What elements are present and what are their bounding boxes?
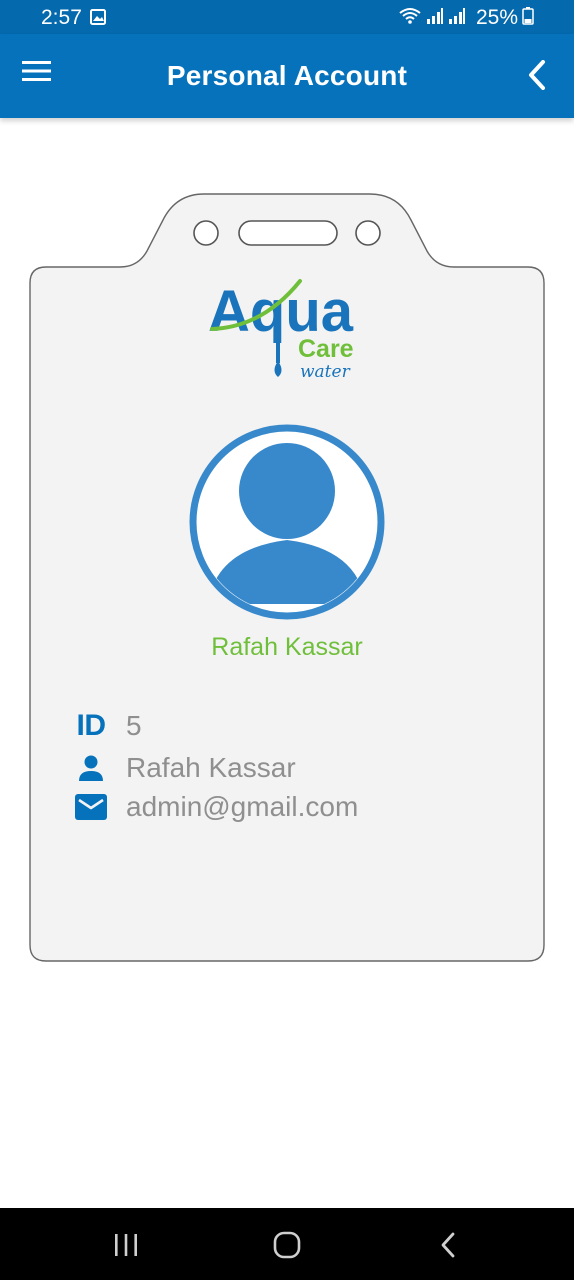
battery-icon: [522, 6, 534, 30]
status-time: 2:57: [41, 6, 82, 29]
avatar: [188, 424, 386, 620]
id-icon: ID: [76, 709, 107, 742]
name-value: Rafah Kassar: [126, 752, 296, 783]
user-avatar-icon: [189, 424, 385, 620]
id-value: 5: [126, 710, 142, 741]
home-button[interactable]: [267, 1228, 307, 1262]
back-icon: [441, 1232, 455, 1258]
profile-name: Rafah Kassar: [211, 633, 363, 661]
page-title: Personal Account: [166, 60, 408, 91]
name-row: Rafah Kassar: [74, 751, 296, 785]
recent-apps-icon: [115, 1234, 137, 1256]
wifi-icon: [398, 7, 422, 30]
svg-text:water: water: [300, 362, 351, 382]
system-back-button[interactable]: [428, 1228, 468, 1262]
home-icon: [273, 1231, 301, 1259]
person-icon: [74, 751, 108, 785]
system-nav-bar: [0, 1208, 574, 1280]
app-bar: Personal Account: [0, 34, 574, 118]
aqua-care-logo: Aqua Care water: [208, 277, 368, 387]
back-button[interactable]: [526, 60, 560, 94]
status-indicators: 25%: [398, 6, 534, 30]
id-card: Aqua Care water Rafah Kassar ID 5 Rafah …: [28, 193, 546, 963]
email-row: admin@gmail.com: [74, 790, 358, 824]
chevron-left-icon: [529, 60, 545, 90]
status-bar: 2:57 25%: [0, 0, 574, 34]
email-icon: [74, 790, 108, 824]
id-row: ID 5: [74, 709, 142, 743]
battery-percent: 25%: [475, 6, 518, 29]
email-value: admin@gmail.com: [126, 791, 359, 822]
signal-icon: [448, 7, 466, 30]
svg-text:Care: Care: [298, 335, 354, 363]
recent-apps-button[interactable]: [106, 1228, 146, 1262]
signal-icon: [426, 7, 444, 30]
image-icon: [90, 9, 106, 30]
